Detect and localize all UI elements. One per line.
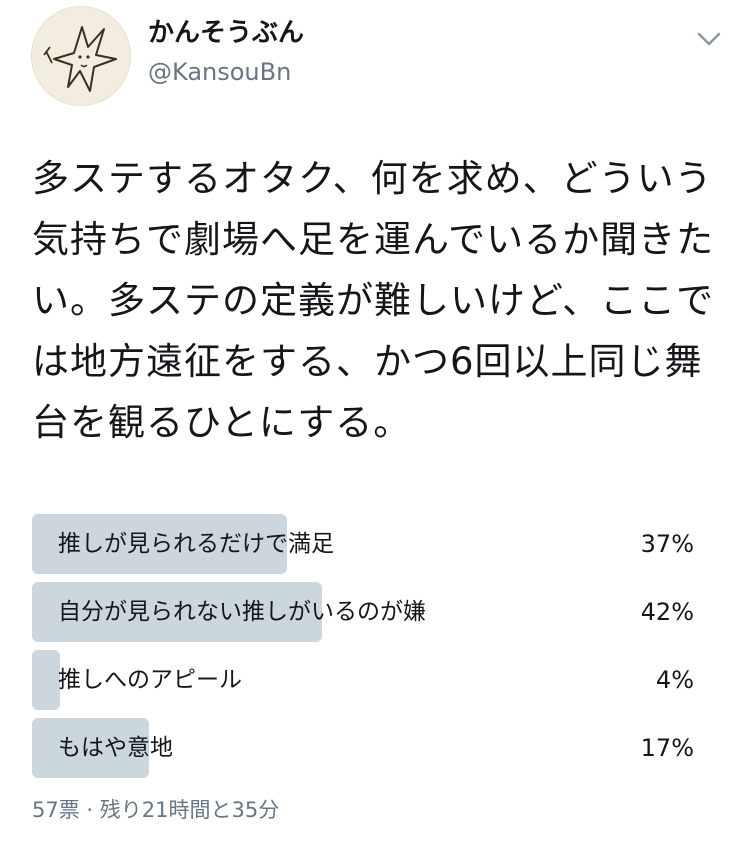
poll-option-label: もはや意地 [58,735,173,761]
poll-option-label: 自分が見られない推しがいるのが嫌 [58,599,426,625]
tweet-text: 多ステするオタク、何を求め、どういう気持ちで劇場へ足を運んでいるか聞きたい。多ス… [32,157,715,444]
poll-option-label: 推しへのアピール [58,667,242,693]
avatar[interactable] [31,6,131,106]
user-handle[interactable]: @KansouBn [148,56,291,88]
poll-option-percent: 37% [640,530,694,558]
poll-option-percent: 17% [640,734,694,762]
poll-option-percent: 4% [655,666,694,694]
poll-option-label: 推しが見られるだけで満足 [58,531,334,557]
poll-option[interactable]: 推しが見られるだけで満足 37% [32,514,694,574]
poll-option-percent: 42% [640,598,694,626]
poll-footer: 57票 · 残り21時間と35分 [32,798,280,822]
poll-option[interactable]: もはや意地 17% [32,718,694,778]
display-name[interactable]: かんそうぶん [148,16,304,50]
poll-option[interactable]: 推しへのアピール 4% [32,650,694,710]
star-character-icon [43,26,117,92]
poll-bar [32,650,60,710]
poll: 推しが見られるだけで満足 37% 自分が見られない推しがいるのが嫌 42% 推し… [32,514,694,786]
poll-option[interactable]: 自分が見られない推しがいるのが嫌 42% [32,582,694,642]
chevron-down-icon[interactable] [694,28,724,50]
